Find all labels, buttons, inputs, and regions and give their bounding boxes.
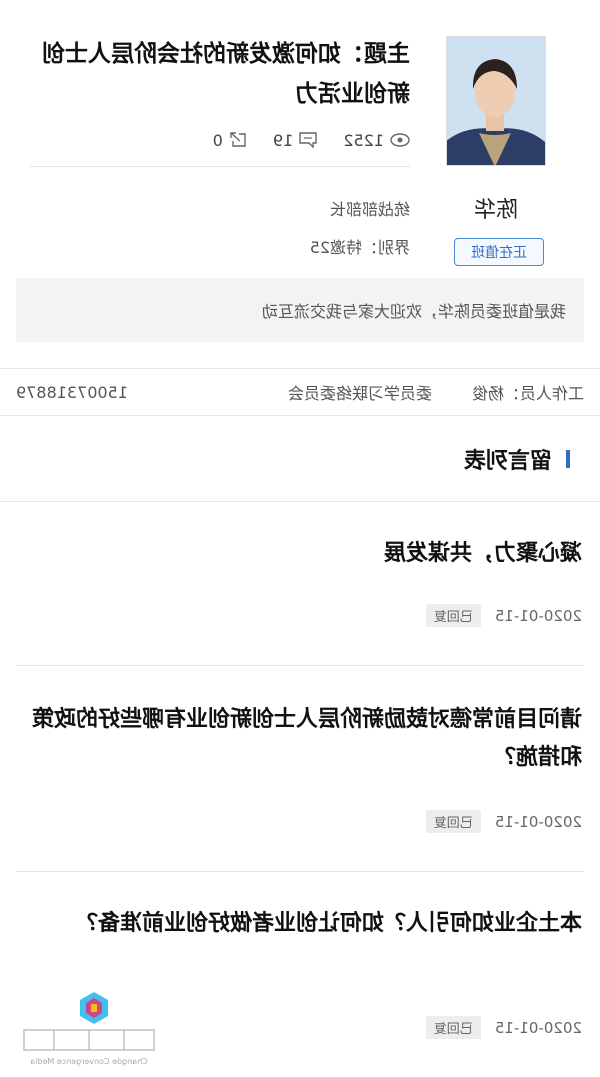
comment-icon bbox=[299, 132, 317, 148]
welcome-message: 我是值班委员陈华，欢迎大家与我交流互动 bbox=[16, 278, 584, 342]
views-count: 1252 bbox=[343, 130, 384, 150]
reply-status-tag: 已回复 bbox=[425, 604, 481, 627]
member-role: 统战部部长 bbox=[329, 200, 410, 219]
section-title: 留言列表 bbox=[463, 447, 552, 474]
header-divider bbox=[30, 166, 410, 167]
message-meta: 2020-01-15 已回复 bbox=[425, 604, 582, 627]
member-name: 陈华 bbox=[474, 198, 519, 223]
shares-stat[interactable]: 0 bbox=[213, 131, 247, 150]
member-header: 陈华 主题：如何激发新的社会阶层人士创新创业活力 1252 19 0 统战部部长… bbox=[0, 0, 600, 368]
views-stat: 1252 bbox=[343, 131, 410, 150]
message-list-header: 留言列表 bbox=[0, 416, 600, 502]
svg-text:Changde Convergence Media: Changde Convergence Media bbox=[30, 1057, 148, 1066]
share-icon bbox=[230, 132, 246, 147]
member-portrait bbox=[446, 36, 546, 166]
member-sector: 界别：特邀25 bbox=[309, 238, 410, 257]
message-meta: 2020-01-15 已回复 bbox=[425, 1016, 582, 1039]
comments-count: 19 bbox=[272, 130, 294, 150]
message-meta: 2020-01-15 已回复 bbox=[425, 810, 582, 833]
reply-status-tag: 已回复 bbox=[425, 810, 481, 833]
staff-phone[interactable]: 15007318879 bbox=[16, 383, 128, 402]
portrait-image bbox=[446, 37, 545, 166]
message-item[interactable]: 请问目前常德对鼓励新阶层人士创新创业有哪些好的政策和措施？ 2020-01-15… bbox=[16, 666, 584, 872]
message-question: 本土企业如何引人？如何让创业者做好创业前准备？ bbox=[75, 910, 582, 936]
staff-department: 委员学习联络委员会 bbox=[287, 384, 432, 403]
message-date: 2020-01-15 bbox=[494, 606, 582, 625]
message-date: 2020-01-15 bbox=[494, 1018, 582, 1037]
eye-icon bbox=[390, 133, 410, 147]
reply-status-tag: 已回复 bbox=[425, 1016, 481, 1039]
message-item[interactable]: 凝心聚力，共谋发展 2020-01-15 已回复 bbox=[16, 502, 584, 666]
section-accent-bar bbox=[566, 449, 570, 468]
message-date: 2020-01-15 bbox=[494, 812, 582, 831]
comments-stat[interactable]: 19 bbox=[273, 131, 317, 150]
staff-person: 工作人员：杨俊 bbox=[471, 384, 584, 403]
page-title: 主题：如何激发新的社会阶层人士创新创业活力 bbox=[42, 40, 410, 107]
staff-info-bar: 工作人员：杨俊 委员学习联络委员会 15007318879 bbox=[0, 368, 600, 416]
on-duty-badge: 正在值班 bbox=[454, 238, 544, 266]
page-root: 陈华 主题：如何激发新的社会阶层人士创新创业活力 1252 19 0 统战部部长… bbox=[0, 0, 600, 1077]
media-watermark-logo: Changde Convergence Media bbox=[14, 990, 164, 1070]
message-question: 请问目前常德对鼓励新阶层人士创新创业有哪些好的政策和措施？ bbox=[31, 706, 582, 770]
shares-count: 0 bbox=[212, 130, 223, 150]
stats-row: 1252 19 0 bbox=[30, 128, 410, 152]
message-question: 凝心聚力，共谋发展 bbox=[383, 540, 582, 566]
